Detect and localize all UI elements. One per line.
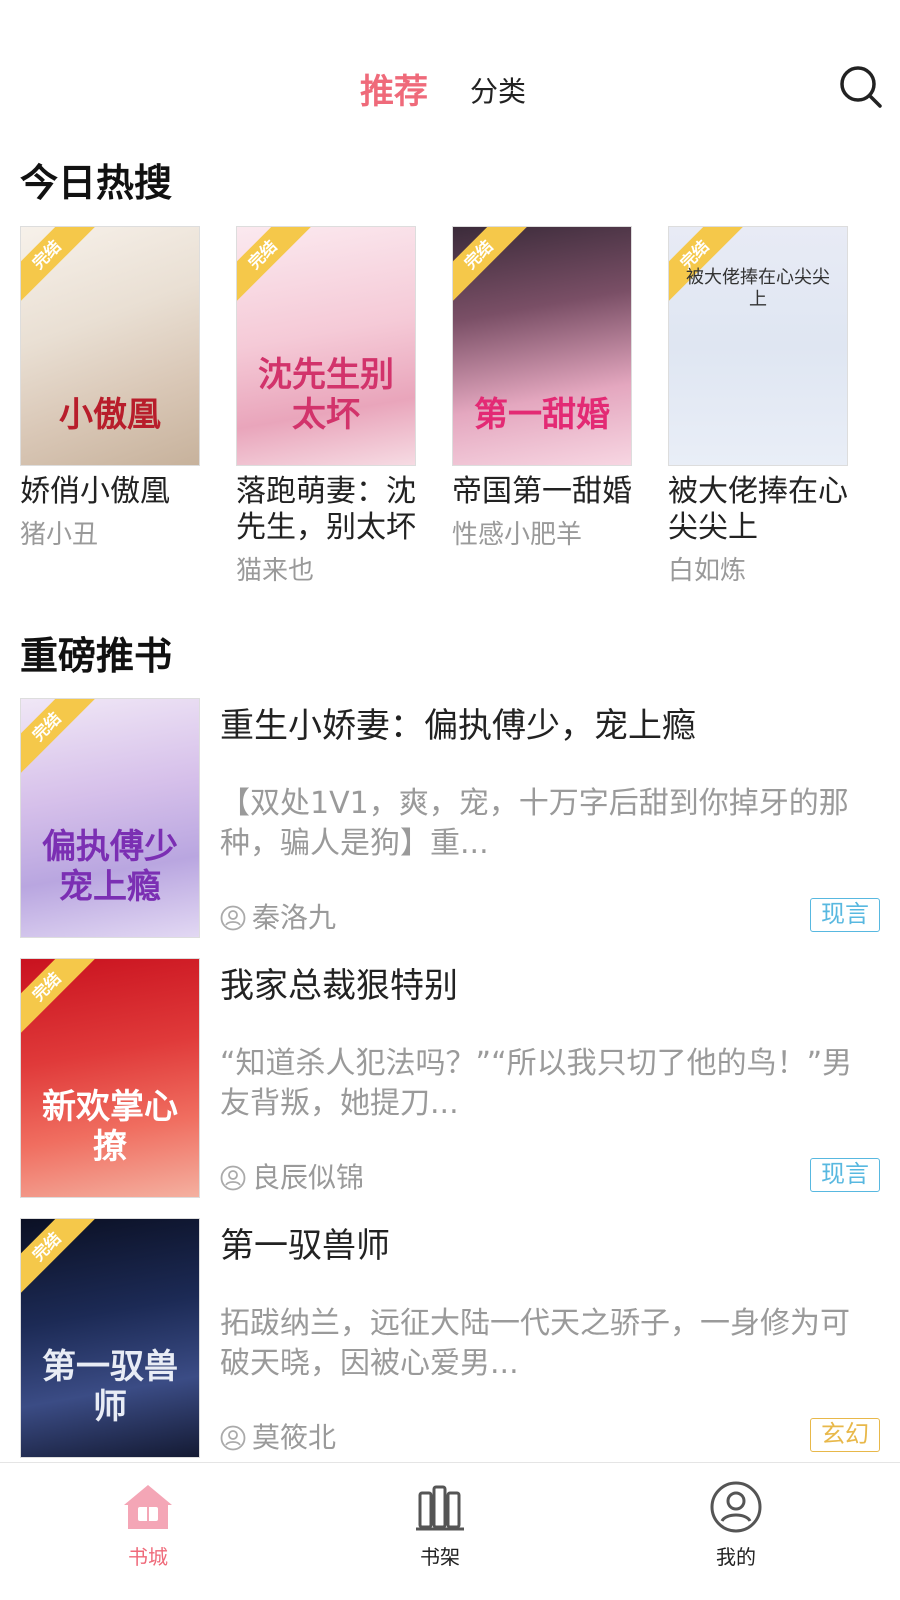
book-cover[interactable]: 完结 小傲凰 [20, 226, 200, 466]
featured-title: 重磅推书 [20, 634, 173, 678]
top-navigation: 推荐 分类 [0, 0, 900, 140]
book-author: 莫筱北 [252, 1421, 337, 1454]
completed-badge: 完结 [21, 959, 100, 1040]
completed-badge: 完结 [21, 227, 100, 308]
cover-title: 小傲凰 [59, 395, 161, 435]
tab-bookshelf[interactable]: 书架 [380, 1477, 500, 1570]
genre-tag[interactable]: 现言 [810, 898, 880, 932]
book-title[interactable]: 落跑萌妻：沈先生，别太坏 [236, 474, 436, 546]
hot-search-title: 今日热搜 [20, 161, 173, 205]
bottom-tab-bar: 书城 书架 我的 [0, 1462, 900, 1600]
book-author: 良辰似锦 [252, 1161, 365, 1194]
tab-bookstore[interactable]: 书城 [88, 1477, 208, 1570]
completed-badge: 完结 [21, 1219, 100, 1300]
book-cover[interactable]: 完结 被大佬捧在心尖尖上 [668, 226, 848, 466]
genre-tag[interactable]: 现言 [810, 1158, 880, 1192]
tab-label: 我的 [716, 1545, 756, 1569]
book-title[interactable]: 帝国第一甜婚 [452, 474, 652, 510]
home-icon [118, 1477, 178, 1537]
user-icon [220, 905, 246, 931]
genre-tag[interactable]: 玄幻 [810, 1418, 880, 1452]
cover-title: 被大佬捧在心尖尖上 [686, 267, 830, 310]
completed-badge: 完结 [21, 699, 100, 780]
featured-book-item[interactable]: 完结 新欢掌心撩 我家总裁狠特别 “知道杀人犯法吗？”“所以我只切了他的鸟！”男… [20, 958, 880, 1200]
book-description: 【双处1V1，爽，宠，十万字后甜到你掉牙的那种，骗人是狗】重... [220, 786, 849, 861]
book-title[interactable]: 娇俏小傲凰 [20, 474, 220, 510]
book-description: “知道杀人犯法吗？”“所以我只切了他的鸟！”男友背叛，她提刀... [220, 1046, 853, 1121]
book-description: 拓跋纳兰，远征大陆一代天之骄子，一身修为可破天晓，因被心爱男... [220, 1306, 850, 1381]
book-author: 猫来也 [236, 556, 315, 586]
profile-icon [706, 1477, 766, 1537]
book-author-row: 莫筱北 [220, 1416, 336, 1456]
tab-label: 书架 [420, 1545, 460, 1569]
book-title[interactable]: 第一驭兽师 [220, 1218, 390, 1267]
bookshelf-icon [410, 1477, 470, 1537]
search-icon[interactable] [838, 64, 884, 110]
featured-book-item[interactable]: 完结 偏执傅少宠上瘾 重生小娇妻：偏执傅少，宠上瘾 【双处1V1，爽，宠，十万字… [20, 698, 880, 940]
book-author-row: 良辰似锦 [220, 1156, 364, 1196]
user-icon [220, 1425, 246, 1451]
book-cover[interactable]: 完结 偏执傅少宠上瘾 [20, 698, 200, 938]
cover-title: 第一甜婚 [474, 395, 610, 435]
hot-book-card[interactable]: 完结 被大佬捧在心尖尖上 被大佬捧在心尖尖上 白如炼 [668, 226, 868, 587]
book-author: 秦洛九 [252, 901, 337, 934]
book-cover[interactable]: 完结 新欢掌心撩 [20, 958, 200, 1198]
book-author: 性感小肥羊 [452, 520, 583, 550]
book-cover[interactable]: 完结 沈先生别太坏 [236, 226, 416, 466]
tab-recommend[interactable]: 推荐 [360, 64, 428, 113]
tab-label: 书城 [128, 1545, 168, 1569]
book-title[interactable]: 被大佬捧在心尖尖上 [668, 474, 868, 546]
tab-mine[interactable]: 我的 [676, 1477, 796, 1570]
book-title[interactable]: 重生小娇妻：偏执傅少，宠上瘾 [220, 698, 696, 747]
completed-badge: 完结 [453, 227, 532, 308]
hot-book-card[interactable]: 完结 小傲凰 娇俏小傲凰 猪小丑 [20, 226, 220, 551]
book-author: 猪小丑 [20, 520, 99, 550]
book-title[interactable]: 我家总裁狠特别 [220, 958, 458, 1007]
cover-title: 偏执傅少宠上瘾 [42, 827, 178, 907]
cover-title: 沈先生别太坏 [258, 355, 394, 435]
book-cover[interactable]: 完结 第一驭兽师 [20, 1218, 200, 1458]
book-author: 白如炼 [668, 556, 747, 586]
user-icon [220, 1165, 246, 1191]
hot-book-card[interactable]: 完结 沈先生别太坏 落跑萌妻：沈先生，别太坏 猫来也 [236, 226, 436, 587]
tab-category[interactable]: 分类 [470, 70, 526, 110]
book-author-row: 秦洛九 [220, 896, 336, 936]
cover-title: 新欢掌心撩 [42, 1087, 178, 1167]
hot-book-card[interactable]: 完结 第一甜婚 帝国第一甜婚 性感小肥羊 [452, 226, 652, 551]
book-cover[interactable]: 完结 第一甜婚 [452, 226, 632, 466]
cover-title: 第一驭兽师 [42, 1347, 178, 1427]
featured-book-item[interactable]: 完结 第一驭兽师 第一驭兽师 拓跋纳兰，远征大陆一代天之骄子，一身修为可破天晓，… [20, 1218, 880, 1460]
completed-badge: 完结 [237, 227, 316, 308]
